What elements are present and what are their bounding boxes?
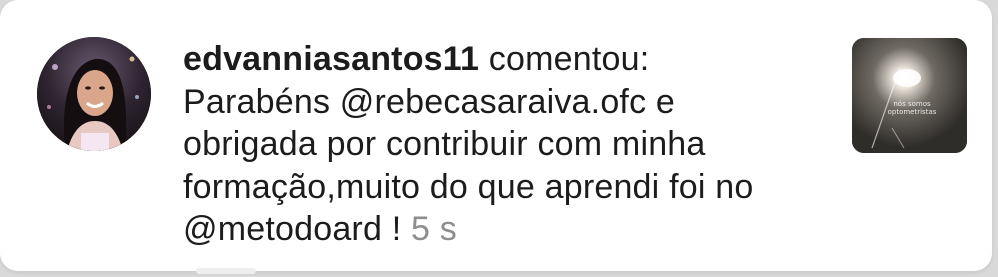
comment-line-1: Parabéns @rebecasaraiva.ofc e bbox=[183, 82, 676, 121]
user-avatar[interactable] bbox=[37, 37, 151, 151]
thumbnail-image bbox=[852, 38, 967, 153]
avatar-photo bbox=[37, 37, 151, 151]
comment-line-3: formação,muito do que aprendi foi no bbox=[183, 167, 754, 206]
comment-line-2: obrigada por contribuir com minha bbox=[183, 125, 706, 163]
next-item-hint bbox=[196, 268, 256, 274]
comment-text: edvanniasantos11 comentou: Parabéns @reb… bbox=[183, 38, 823, 251]
comment-notification-card[interactable]: edvanniasantos11 comentou: Parabéns @reb… bbox=[0, 0, 992, 271]
post-thumbnail[interactable]: nós somos optometristas bbox=[852, 38, 967, 153]
thumbnail-caption: nós somos optometristas bbox=[887, 100, 937, 116]
username-link[interactable]: edvanniasantos11 bbox=[183, 40, 479, 78]
action-text: comentou: bbox=[488, 40, 650, 78]
comment-line-4: @metodoard ! bbox=[183, 210, 402, 248]
timestamp: 5 s bbox=[411, 210, 457, 248]
